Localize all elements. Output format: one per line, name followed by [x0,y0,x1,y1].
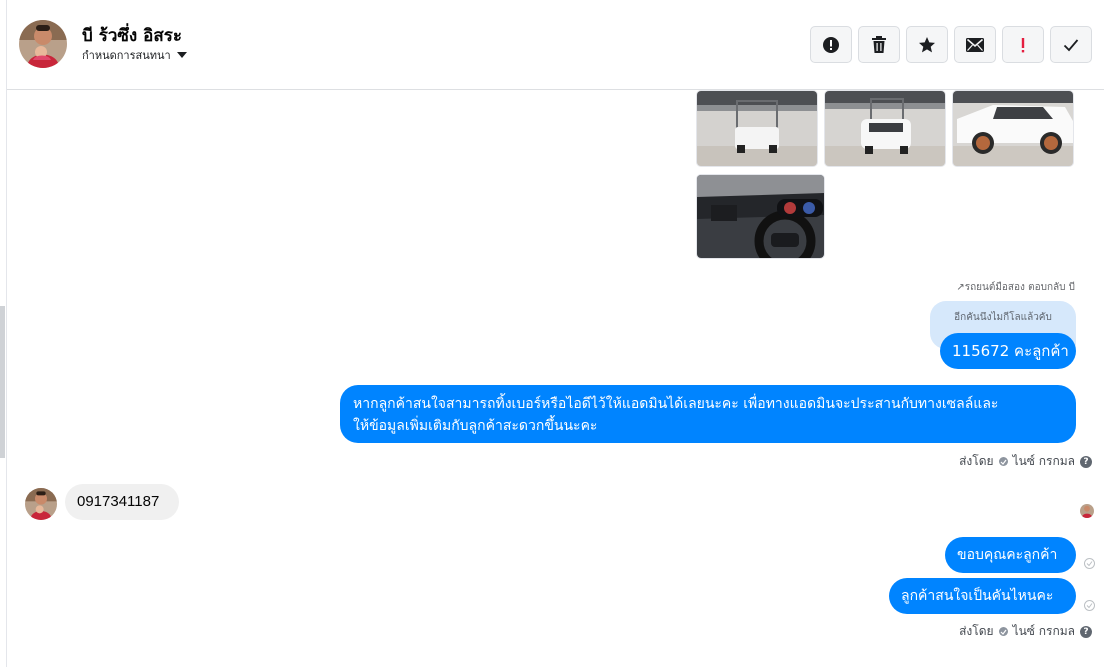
contact-name[interactable]: บี ร้วซึ่ง อิสระ [82,22,182,49]
sender-name[interactable]: ไนซ์ กรกมล [1013,622,1075,641]
conversation-toolbar [810,26,1092,63]
sender-name[interactable]: ไนซ์ กรกมล [1013,452,1075,471]
outgoing-message[interactable]: ขอบคุณคะลูกค้า [945,537,1076,573]
report-button[interactable] [810,26,852,63]
outgoing-message[interactable]: ลูกค้าสนใจเป็นคันไหนคะ [889,578,1076,614]
star-button[interactable] [906,26,948,63]
delivered-check-icon [1084,558,1095,569]
outgoing-message[interactable]: หากลูกค้าสนใจสามารถทิ้งเบอร์หรือไอดีไว้ใ… [340,385,1076,443]
mark-spam-button[interactable] [1002,26,1044,63]
sent-by-footer: ส่งโดย ไนซ์ กรกมล ? [959,622,1092,641]
trash-icon [871,35,887,54]
sent-by-label: ส่งโดย [959,454,994,468]
star-icon [918,36,936,54]
left-scrollbar[interactable] [0,306,5,458]
car-photo-thumbnail[interactable] [696,90,818,167]
outgoing-message[interactable]: 115672 คะลูกค้า [940,333,1076,369]
sent-by-footer: ส่งโดย ไนซ์ กรกมล ? [959,452,1092,471]
contact-avatar[interactable] [19,20,67,68]
sent-by-label: ส่งโดย [959,624,994,638]
message-line: ให้ข้อมูลเพิ่มเติมกับลูกค้าสะดวกขึ้นนะคะ [353,418,598,434]
check-icon [1063,38,1079,52]
car-photo-thumbnail[interactable] [824,90,946,167]
exclamation-icon [1020,36,1026,54]
mail-icon [966,37,984,52]
conversation-header: บี ร้วซึ่ง อิสระ กำหนดการสนทนา [7,0,1104,90]
help-icon[interactable]: ? [1080,625,1092,638]
delivered-check-icon [1084,600,1095,611]
incoming-message[interactable]: 0917341187 [65,484,179,520]
verified-icon [998,627,1008,636]
seen-by-avatar [1080,504,1094,518]
message-line: หากลูกค้าสนใจสามารถทิ้งเบอร์หรือไอดีไว้ใ… [353,396,999,412]
car-interior-thumbnail[interactable] [696,174,825,259]
reply-context-note: ↗รถยนต์มือสอง ตอบกลับ บี [956,282,1075,293]
delete-button[interactable] [858,26,900,63]
mark-done-button[interactable] [1050,26,1092,63]
mark-unread-button[interactable] [954,26,996,63]
help-icon[interactable]: ? [1080,455,1092,468]
car-photo-thumbnail[interactable] [952,90,1074,167]
report-icon [822,36,840,54]
verified-icon [998,457,1008,466]
customer-avatar[interactable] [25,488,57,520]
caret-down-icon [176,52,187,58]
conversation-settings-dropdown[interactable]: กำหนดการสนทนา [82,46,187,64]
conversation-settings-label: กำหนดการสนทนา [82,49,171,62]
